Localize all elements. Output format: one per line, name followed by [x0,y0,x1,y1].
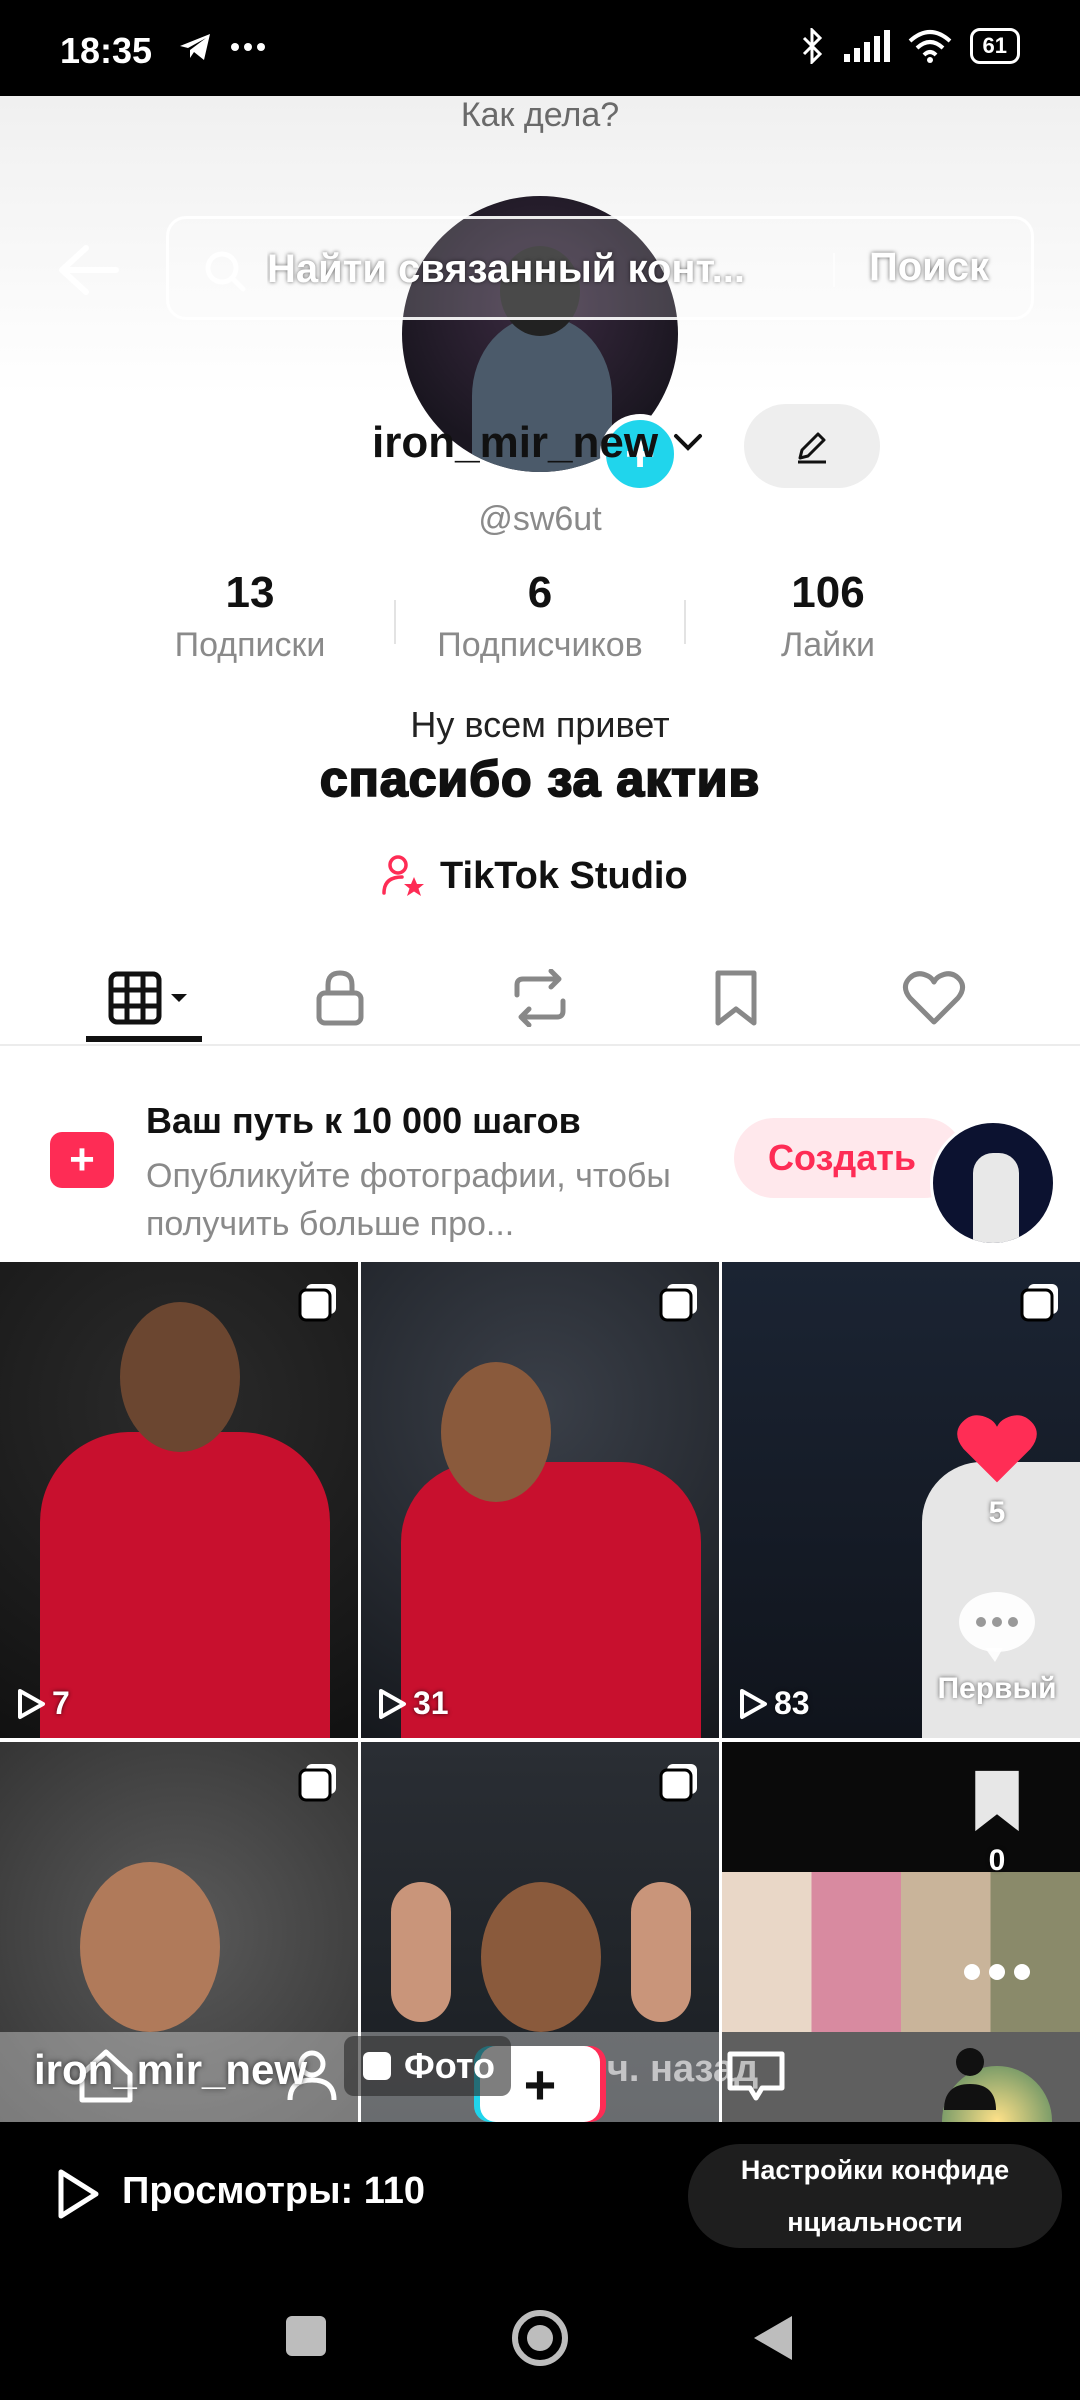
view-count: 31 [413,1685,449,1721]
views-bar: Просмотры: 110 Настройки конфиде нциальн… [0,2122,1080,2272]
back-triangle-icon[interactable] [752,2314,794,2362]
following-count: 13 [225,568,275,617]
back-arrow-icon[interactable] [56,244,120,296]
signal-icon [843,30,890,62]
profile-screen: Как дела? + Поиск iron_mir_new @sw6ut 13… [0,96,1080,2122]
status-bar: 18:35 61 [0,0,1080,96]
steps-promo-banner: + Ваш путь к 10 000 шагов Опубликуйте фо… [0,1056,1080,1256]
chevron-down-icon[interactable] [672,430,704,454]
greeting-bubble: Как дела? [460,96,620,134]
tab-favorites[interactable] [686,950,786,1046]
video-grid: 7 31 83 [0,1262,1080,2122]
following-label: Подписки [174,626,326,664]
search-button[interactable]: Поиск [869,245,989,290]
followers-count: 6 [527,568,553,617]
bluetooth-icon [802,28,822,64]
tab-private[interactable] [290,950,390,1046]
tab-liked[interactable] [884,950,984,1046]
promo-title: Ваш путь к 10 000 шагов [146,1100,581,1141]
username: @sw6ut [478,500,602,538]
save-button[interactable]: 0 [932,1766,1062,1878]
profile-stats: 13 Подписки 6 Подписчиков 106 Лайки [0,568,1080,678]
multi-photo-icon [298,1764,336,1802]
search-icon [205,251,246,292]
privacy-label-line1: Настройки конфиде [740,2155,1010,2185]
grid-icon [108,971,187,1025]
views-count: Просмотры: 110 [122,2170,426,2212]
display-name[interactable]: iron_mir_new [372,418,658,468]
home-circle-icon[interactable] [510,2308,570,2368]
tab-reposts[interactable] [490,950,590,1046]
add-photo-icon: + [50,1132,114,1188]
followers-label: Подписчиков [437,626,643,664]
repost-icon [514,969,566,1027]
tiktok-studio-link[interactable]: TikTok Studio [380,848,688,904]
like-count: 5 [988,1496,1006,1529]
multi-photo-icon [1020,1284,1058,1322]
caption-username[interactable]: iron_mir_new [34,2046,307,2094]
view-count: 83 [774,1685,810,1721]
active-tab-indicator [86,1036,202,1042]
wifi-icon [908,30,951,63]
save-count: 0 [988,1844,1006,1877]
comment-bubble-icon [959,1592,1035,1662]
multi-photo-icon [659,1764,697,1802]
tab-videos[interactable] [96,950,206,1046]
promo-description: Опубликуйте фотографии, чтобы получить б… [146,1157,671,1243]
multi-photo-icon [298,1284,336,1322]
play-icon [18,1688,45,1719]
heart-outline-icon [902,971,966,1025]
edit-profile-button[interactable] [744,404,880,488]
following-stat[interactable]: 13 Подписки [130,568,370,665]
system-navigation-bar [0,2272,1080,2400]
battery-icon: 61 [969,28,1020,64]
video-thumbnail[interactable]: 7 [0,1262,358,1738]
telegram-icon [180,34,210,60]
photo-tag-label: Фото [404,2045,495,2086]
more-horizontal-icon [964,1964,1030,1980]
photo-icon [363,2052,391,2080]
comment-button[interactable]: Первый [932,1588,1062,1706]
tiktok-studio-label: TikTok Studio [440,854,688,897]
comment-label: Первый [937,1672,1057,1705]
likes-count: 106 [791,568,865,617]
multi-photo-icon [659,1284,697,1322]
video-thumbnail[interactable]: 31 [361,1262,719,1738]
creator-star-icon [382,855,424,896]
view-count: 7 [52,1685,70,1721]
bookmark-icon [715,970,757,1026]
more-dots-icon [231,43,265,51]
status-time: 18:35 [60,30,153,71]
play-icon [379,1688,406,1719]
search-input[interactable] [267,239,827,299]
play-outline-icon [58,2169,99,2219]
privacy-label-line2: нциальности [787,2207,963,2237]
creator-avatar[interactable] [930,1120,1056,1246]
more-options-button[interactable] [932,1956,1062,1990]
photo-tag: Фото [344,2036,511,2096]
recent-apps-icon[interactable] [284,2314,328,2358]
heart-filled-icon [957,1415,1037,1483]
battery-level: 61 [982,33,1007,58]
search-bar[interactable]: Поиск [166,216,1034,320]
profile-tabs [0,950,1080,1046]
like-button[interactable]: 5 [932,1410,1062,1530]
bio-highlight: спасибо за актив [319,750,761,808]
post-time: 18 ч. назад [554,2048,759,2090]
profile-icon[interactable] [940,2044,1000,2114]
likes-stat[interactable]: 106 Лайки [708,568,948,665]
likes-label: Лайки [780,626,876,664]
play-icon [740,1688,767,1719]
bio-text: Ну всем привет [410,704,670,745]
bookmark-filled-icon [975,1770,1019,1832]
pencil-icon [798,432,826,464]
privacy-settings-button[interactable]: Настройки конфиде нциальности [688,2144,1062,2248]
lock-icon [316,970,364,1026]
followers-stat[interactable]: 6 Подписчиков [420,568,660,665]
